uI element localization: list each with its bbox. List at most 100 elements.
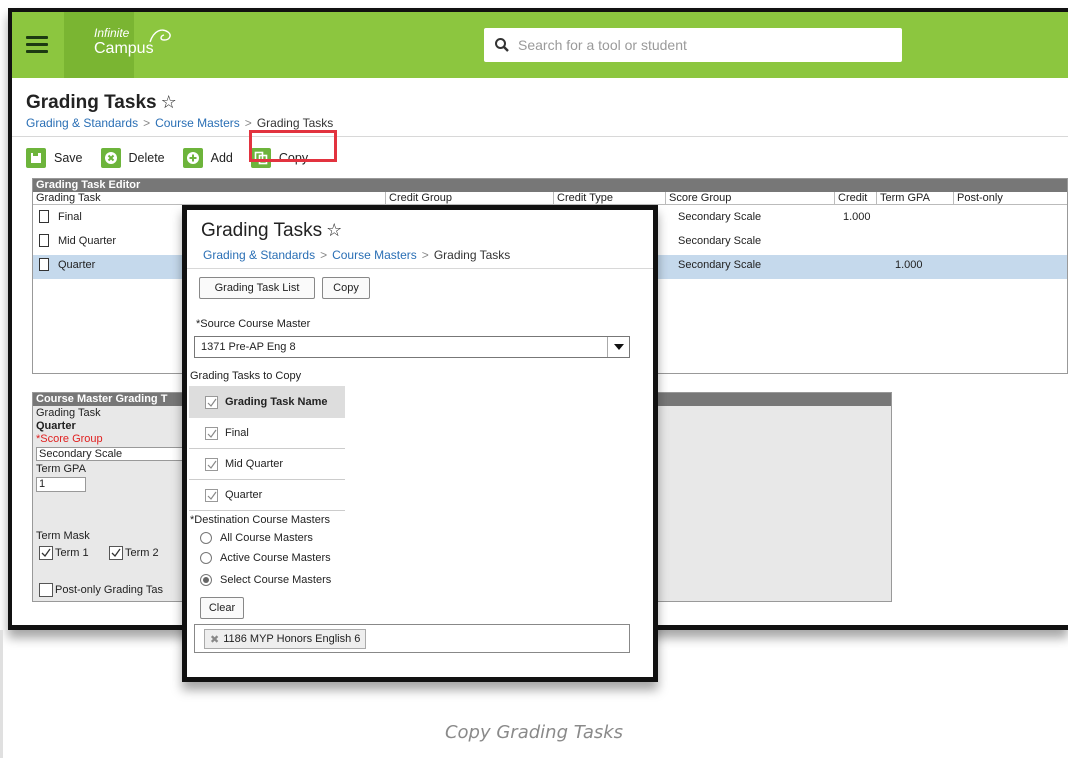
dialog-breadcrumb: Grading & Standards > Course Masters > Gradi… [203, 248, 511, 262]
radio-icon [200, 552, 212, 564]
column-header[interactable]: Credit Group [389, 192, 452, 205]
grading-task-label: Grading Task [36, 407, 101, 419]
term1-label: Term 1 [55, 547, 89, 559]
column-header[interactable]: Credit [838, 192, 867, 205]
save-label: Save [54, 151, 83, 165]
term-gpa: 1.000 [895, 259, 923, 271]
search-input[interactable]: Search for a tool or student [484, 28, 902, 62]
radio-select-course-masters[interactable]: Select Course Masters [200, 574, 331, 586]
column-header[interactable]: Credit Type [557, 192, 613, 205]
radio-selected-icon [200, 574, 212, 586]
breadcrumb-current: Grading Tasks [256, 116, 334, 130]
task-name: Mid Quarter [58, 234, 117, 247]
document-icon [39, 210, 49, 223]
logo-swoosh-icon [149, 29, 171, 43]
checkbox-icon [39, 546, 53, 560]
delete-icon [100, 148, 121, 168]
search-icon [495, 38, 509, 52]
destination-selection-field[interactable]: ✖ 1186 MYP Honors English 6 [194, 624, 630, 653]
breadcrumb-current: Grading Tasks [433, 248, 511, 262]
breadcrumb: Grading & Standards > Course Masters > Gradi… [26, 116, 334, 130]
task-row[interactable]: Mid Quarter [189, 449, 345, 480]
task-table-header-label: Grading Task Name [225, 396, 328, 408]
save-button[interactable]: Save [26, 148, 83, 168]
breadcrumb-item[interactable]: Grading & Standards [203, 248, 315, 262]
credit: 1.000 [843, 211, 871, 223]
tasks-to-copy-label: Grading Tasks to Copy [190, 370, 302, 382]
checkbox-icon[interactable] [205, 457, 218, 471]
radio-all-course-masters[interactable]: All Course Masters [200, 532, 313, 544]
select-all-checkbox-icon[interactable] [205, 395, 218, 409]
task-name: Final [58, 210, 82, 223]
term-gpa-input[interactable]: 1 [36, 477, 86, 492]
term2-checkbox[interactable]: Term 2 [109, 546, 159, 560]
dialog-title-text: Grading Tasks [201, 220, 323, 241]
checkbox-icon [109, 546, 123, 560]
selected-course-tag-label: 1186 MYP Honors English 6 [223, 633, 361, 645]
post-only-checkbox[interactable]: Post-only Grading Tas [39, 583, 163, 597]
score-group: Secondary Scale [678, 259, 762, 271]
star-icon[interactable]: ☆ [326, 220, 342, 240]
save-icon [26, 148, 46, 168]
selected-course-tag: ✖ 1186 MYP Honors English 6 [204, 629, 367, 649]
radio-active-course-masters[interactable]: Active Course Masters [200, 552, 331, 564]
task-row[interactable]: Final [189, 418, 345, 449]
search-placeholder: Search for a tool or student [518, 37, 687, 53]
source-course-master-value: 1371 Pre-AP Eng 8 [201, 341, 296, 353]
radio-label: All Course Masters [220, 532, 313, 544]
radio-label: Select Course Masters [220, 574, 332, 586]
delete-button[interactable]: Delete [100, 148, 165, 168]
image-caption: Copy Grading Tasks [444, 722, 624, 743]
column-header[interactable]: Term GPA [880, 192, 930, 205]
term-mask-label: Term Mask [36, 530, 90, 542]
star-icon[interactable]: ☆ [161, 92, 177, 112]
divider [12, 136, 1068, 137]
page-title-text: Grading Tasks [26, 92, 157, 113]
document-icon [39, 234, 49, 247]
divider [187, 268, 653, 269]
logo[interactable]: Infinite Campus [94, 26, 154, 57]
document-icon [39, 258, 49, 271]
breadcrumb-item[interactable]: Course Masters [332, 248, 417, 262]
grading-task-value: Quarter [36, 420, 76, 432]
task-name: Final [225, 427, 249, 439]
score-group: Secondary Scale [678, 211, 762, 223]
checkbox-icon[interactable] [205, 488, 218, 502]
editor-header: Grading Task Editor [33, 179, 1067, 192]
dialog-title: Grading Tasks ☆ [201, 220, 342, 242]
task-table-header[interactable]: Grading Task Name [189, 386, 345, 418]
destination-label: *Destination Course Masters [190, 514, 331, 526]
column-header[interactable]: Score Group [669, 192, 731, 205]
editor-columns: Grading Task Credit Group Credit Type Sc… [33, 192, 1067, 205]
logo-line2: Campus [94, 40, 154, 57]
task-name: Quarter [225, 489, 263, 501]
term-gpa-label: Term GPA [36, 463, 86, 475]
source-course-master-select[interactable]: 1371 Pre-AP Eng 8 [194, 336, 630, 358]
breadcrumb-item[interactable]: Grading & Standards [26, 116, 138, 130]
radio-icon [200, 532, 212, 544]
post-only-label: Post-only Grading Tas [55, 584, 164, 596]
term1-checkbox[interactable]: Term 1 [39, 546, 89, 560]
remove-tag-icon[interactable]: ✖ [210, 633, 219, 646]
clear-button[interactable]: Clear [200, 597, 244, 619]
score-group-select[interactable]: Secondary Scale [36, 447, 186, 461]
checkbox-icon [39, 583, 53, 597]
copy-highlight-box [249, 130, 337, 162]
task-row[interactable]: Quarter [189, 480, 345, 511]
add-button[interactable]: Add [182, 148, 233, 168]
column-header[interactable]: Post-only [957, 192, 1003, 205]
top-bar: Infinite Campus Search for a tool or stu… [12, 12, 1068, 78]
breadcrumb-item[interactable]: Course Masters [155, 116, 240, 130]
chevron-down-icon [607, 337, 629, 357]
checkbox-icon[interactable] [205, 426, 218, 440]
dialog-copy-button[interactable]: Copy [322, 277, 370, 299]
score-group-label: *Score Group [36, 433, 103, 445]
menu-icon[interactable] [26, 36, 48, 54]
column-header[interactable]: Grading Task [36, 192, 101, 205]
task-name: Quarter [58, 258, 96, 271]
grading-task-list-button[interactable]: Grading Task List [199, 277, 315, 299]
task-name: Mid Quarter [225, 458, 284, 470]
delete-label: Delete [128, 151, 165, 165]
page-title: Grading Tasks ☆ [26, 92, 177, 114]
add-icon [182, 148, 203, 168]
